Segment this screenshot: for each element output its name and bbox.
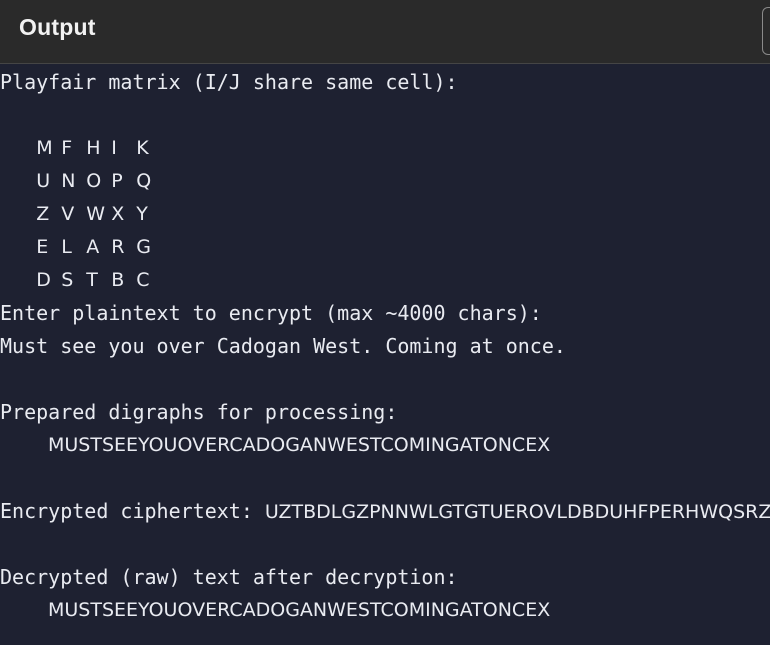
matrix-cell: H [86, 137, 101, 159]
plaintext-input-echo: Must see you over Cadogan West. Coming a… [0, 334, 566, 358]
digraphs-heading: Prepared digraphs for processing: [0, 400, 398, 424]
console-output: Playfair matrix (I/J share same cell): M… [0, 66, 770, 627]
matrix-cell: W [86, 203, 106, 225]
matrix-cell: B [111, 269, 125, 291]
matrix-cell: U [36, 170, 51, 192]
matrix-cell: Y [136, 203, 148, 225]
output-panel: Output Playfair matrix (I/J share same c… [0, 0, 770, 645]
matrix-cell: R [111, 236, 125, 258]
matrix-row: MFHIK [0, 99, 770, 159]
matrix-cell: D [36, 269, 51, 291]
matrix-cell: K [136, 137, 149, 159]
matrix-cell: T [86, 269, 98, 291]
matrix-cell: S [61, 269, 74, 291]
matrix-cell: O [86, 170, 102, 192]
matrix-cell: Q [136, 170, 152, 192]
ciphertext-label: Encrypted ciphertext: [0, 499, 265, 523]
matrix-cell: V [61, 203, 75, 225]
output-title: Output [19, 14, 96, 40]
matrix-cell: E [36, 236, 49, 258]
ciphertext-line: Encrypted ciphertext: UZTBDLGZPNNWLGTGTU… [0, 495, 770, 528]
plaintext-prompt: Enter plaintext to encrypt (max ~4000 ch… [0, 301, 542, 325]
matrix-heading: Playfair matrix (I/J share same cell): [0, 70, 458, 94]
matrix-cell: L [61, 236, 72, 258]
matrix-cell: A [86, 236, 100, 258]
matrix-cell: P [111, 170, 123, 192]
matrix-cell: I [111, 137, 117, 159]
decrypted-heading: Decrypted (raw) text after decryption: [0, 565, 458, 589]
matrix-cell: G [136, 236, 151, 258]
header-side-button[interactable] [762, 7, 770, 55]
matrix-cell: C [136, 269, 150, 291]
ciphertext-value: UZTBDLGZPNNWLGTGTUEROVLDBDUHFPERHWQSRZ [264, 501, 770, 523]
matrix-cell: M [36, 137, 53, 159]
matrix-cell: X [111, 203, 125, 225]
digraphs-text: MUSTSEEYOUOVERCADOGANWESTCOMINGATONCEX [48, 434, 551, 456]
decrypted-text: MUSTSEEYOUOVERCADOGANWESTCOMINGATONCEX [48, 599, 551, 621]
matrix-cell: N [61, 170, 76, 192]
matrix-cell: Z [36, 203, 50, 225]
output-header: Output [0, 0, 770, 64]
matrix-cell: F [61, 137, 73, 159]
